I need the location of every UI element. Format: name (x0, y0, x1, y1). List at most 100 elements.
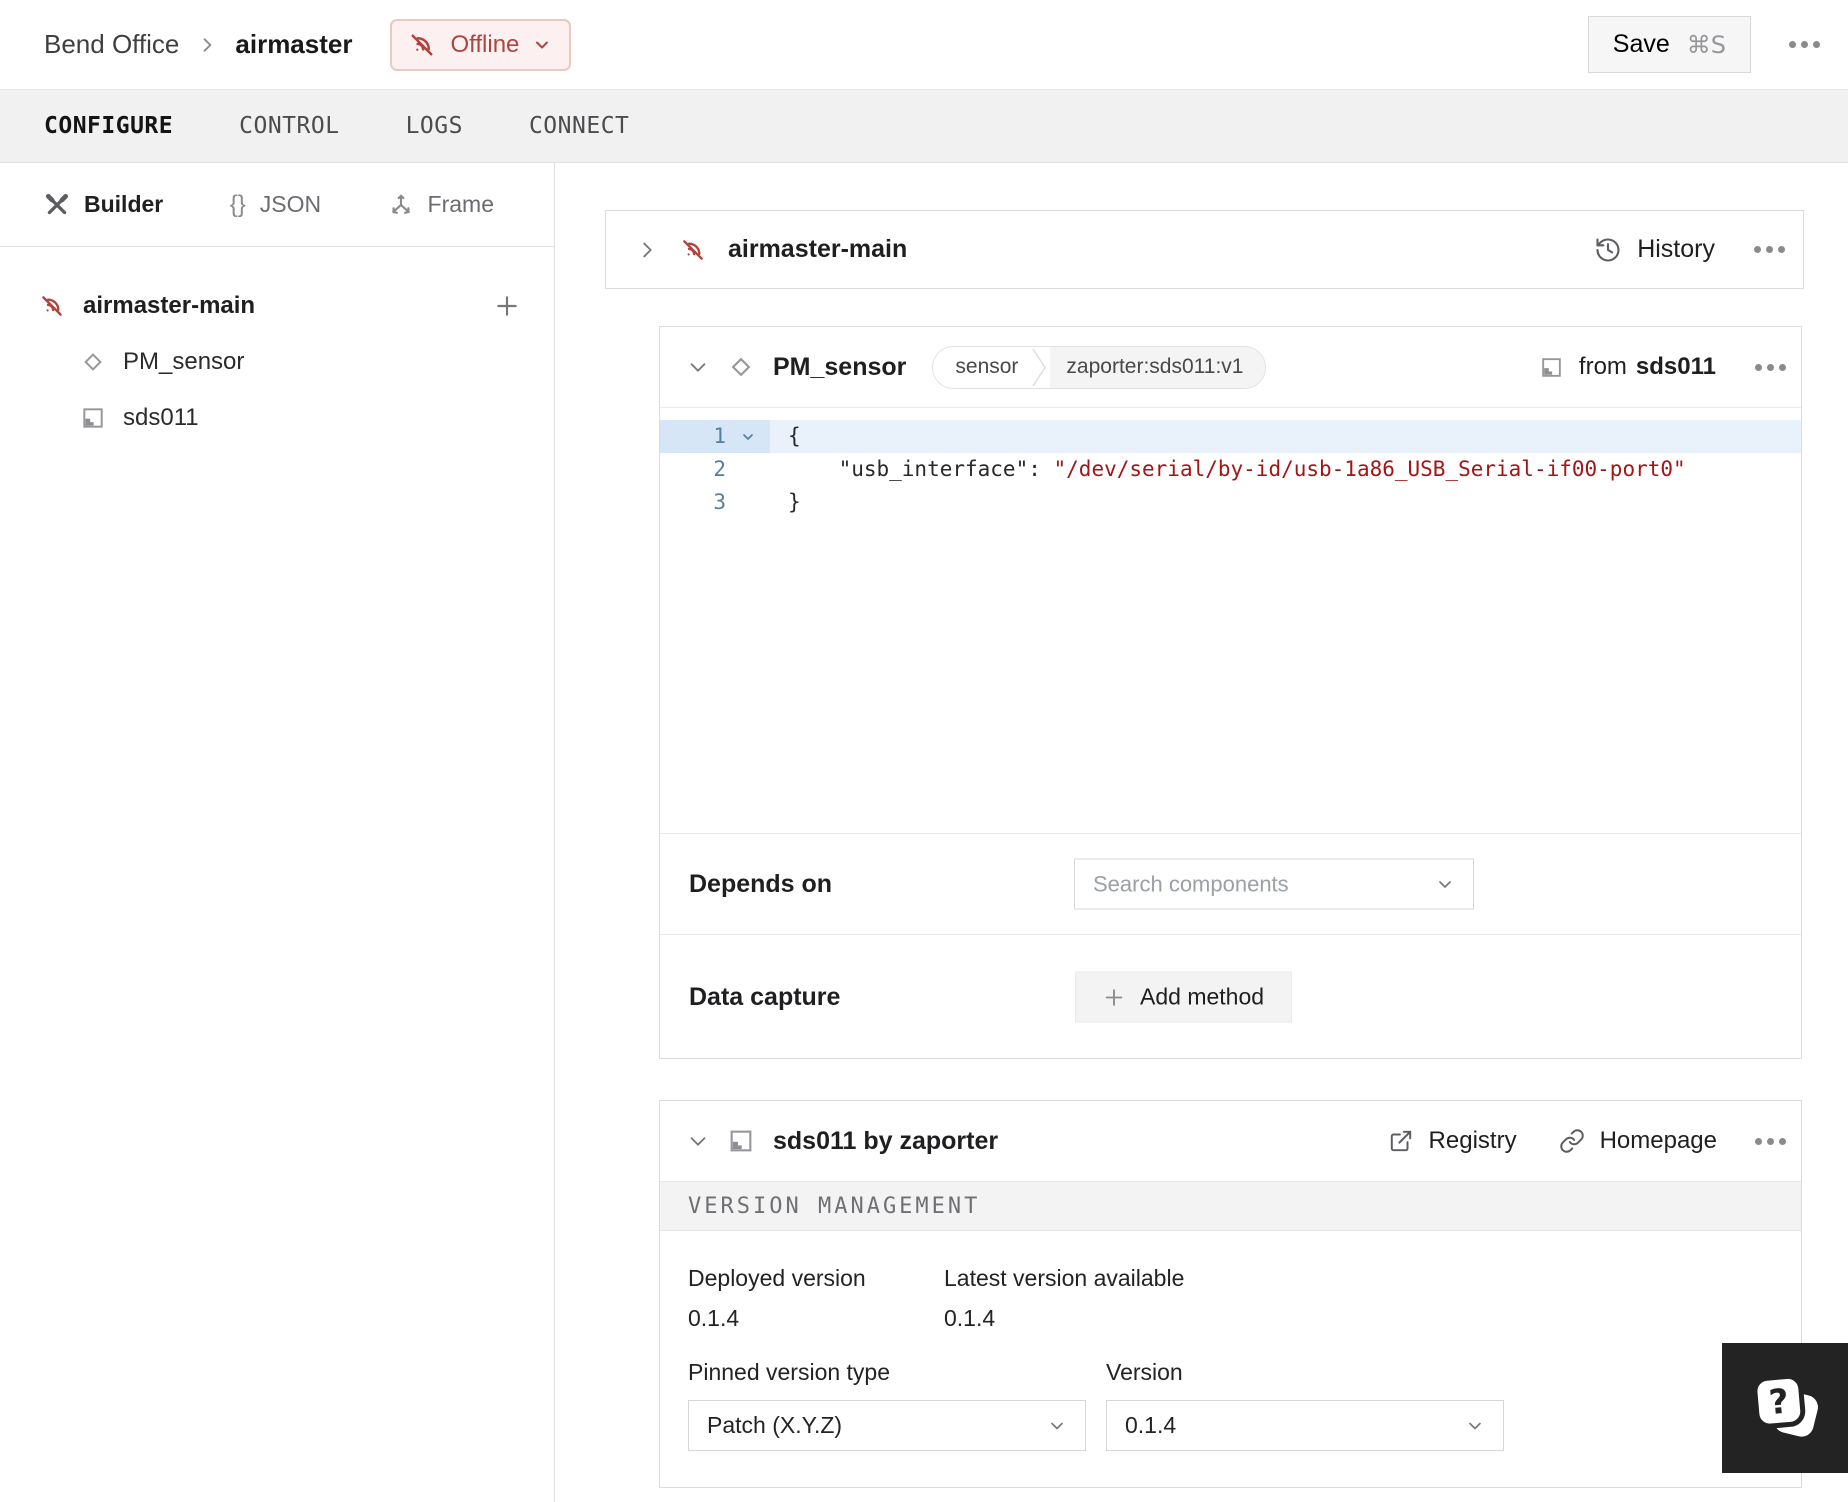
view-json[interactable]: {} JSON (230, 191, 321, 219)
save-button[interactable]: Save ⌘S (1587, 16, 1751, 73)
from-prefix: from (1578, 353, 1627, 380)
pinned-version-type-value: Patch (X.Y.Z) (707, 1412, 843, 1438)
depends-on-placeholder: Search components (1093, 871, 1289, 896)
component-type-model-badge: sensor zaporter:sds011:v1 (932, 345, 1267, 389)
tree-item-label: airmaster-main (83, 291, 256, 319)
machine-part-tree: airmaster-main PM_sensor sds011 (0, 247, 554, 446)
configure-sidebar: Builder {} JSON Frame airmaster-main PM_… (0, 163, 555, 1502)
collapse-chevron-down-icon[interactable] (687, 1130, 709, 1152)
type-badge: sensor (933, 346, 1029, 388)
component-title: PM_sensor (773, 352, 907, 381)
save-shortcut: ⌘S (1686, 30, 1726, 59)
part-overflow-menu-icon[interactable] (1766, 246, 1773, 253)
code-text: "usb_interface": "/dev/serial/by-id/usb-… (788, 457, 1686, 481)
header-overflow-menu-icon[interactable] (1801, 41, 1808, 48)
view-frame-label: Frame (427, 191, 494, 217)
tree-item-airmaster-main[interactable]: airmaster-main (0, 277, 554, 334)
fold-chevron-icon[interactable] (726, 420, 770, 453)
history-button[interactable]: History (1594, 235, 1715, 264)
homepage-link[interactable]: Homepage (1559, 1127, 1717, 1155)
module-icon (727, 1127, 755, 1155)
part-title: airmaster-main (728, 235, 908, 263)
code-line: 3 } (660, 486, 1801, 519)
plus-icon (1103, 986, 1125, 1008)
data-capture-row: Data capture Add method (660, 934, 1801, 1059)
line-number: 2 (713, 457, 726, 481)
breadcrumb: Bend Office airmaster (44, 29, 352, 60)
select-chevron-down-icon (1435, 874, 1455, 894)
data-capture-label: Data capture (689, 982, 841, 1011)
deployed-version-label: Deployed version (688, 1265, 866, 1291)
module-icon (1539, 355, 1564, 380)
tree-item-label: PM_sensor (123, 348, 245, 375)
depends-on-label: Depends on (689, 869, 833, 898)
add-method-button[interactable]: Add method (1075, 971, 1293, 1023)
code-line: 1 { (660, 420, 1801, 453)
tree-item-sds011[interactable]: sds011 (0, 390, 554, 446)
from-target: sds011 (1635, 353, 1716, 380)
pinned-version-type-label: Pinned version type (688, 1359, 891, 1385)
add-component-button[interactable] (494, 293, 520, 319)
top-header: Bend Office airmaster Offline Save ⌘S (0, 0, 1848, 89)
tree-item-pm-sensor[interactable]: PM_sensor (0, 334, 554, 390)
breadcrumb-machine: airmaster (235, 29, 353, 59)
view-builder[interactable]: Builder (44, 191, 163, 218)
code-text: { (788, 424, 801, 448)
status-label: Offline (450, 30, 520, 58)
depends-on-select[interactable]: Search components (1074, 858, 1474, 910)
breadcrumb-org[interactable]: Bend Office (44, 29, 179, 60)
tab-logs[interactable]: LOGS (406, 113, 463, 139)
configure-main: airmaster-main History PM_sensor sensor … (556, 163, 1848, 1502)
component-card-pm-sensor: PM_sensor sensor zaporter:sds011:v1 from… (659, 326, 1802, 1059)
line-number: 1 (713, 424, 726, 448)
version-label: Version (1106, 1359, 1183, 1385)
wifi-off-icon (679, 236, 707, 264)
header-actions: Save ⌘S (1587, 16, 1808, 73)
homepage-label: Homepage (1599, 1127, 1717, 1154)
view-frame[interactable]: Frame (388, 191, 494, 218)
machine-status-dropdown[interactable]: Offline (390, 18, 572, 71)
latest-version-label: Latest version available (944, 1265, 1185, 1291)
component-diamond-icon (727, 353, 755, 381)
svg-text:?: ? (1767, 1381, 1790, 1423)
pinned-version-type-select[interactable]: Patch (X.Y.Z) (688, 1400, 1086, 1451)
version-select[interactable]: 0.1.4 (1106, 1400, 1504, 1451)
tab-control[interactable]: CONTROL (239, 113, 339, 139)
module-overflow-menu-icon[interactable] (1767, 1137, 1774, 1145)
select-chevron-down-icon (1465, 1416, 1485, 1436)
expand-chevron-right-icon[interactable] (636, 239, 658, 261)
tree-item-label: sds011 (123, 404, 199, 431)
deployed-version-value: 0.1.4 (688, 1305, 740, 1331)
history-clock-icon (1594, 236, 1622, 264)
version-management-body: Deployed version 0.1.4 Latest version av… (660, 1231, 1801, 1487)
save-label: Save (1612, 30, 1670, 58)
attributes-json-editor[interactable]: 1 { 2 "usb_interface": "/dev/serial/by-i… (660, 407, 1801, 833)
registry-link[interactable]: Registry (1388, 1127, 1517, 1155)
module-title: sds011 by zaporter (773, 1126, 999, 1155)
tab-configure[interactable]: CONFIGURE (44, 113, 173, 139)
history-label: History (1637, 235, 1715, 263)
code-string-value: "/dev/serial/by-id/usb-1a86_USB_Serial-i… (1053, 457, 1686, 481)
select-chevron-down-icon (1047, 1416, 1067, 1436)
component-overflow-menu-icon[interactable] (1767, 363, 1774, 371)
from-module-link[interactable]: from sds011 (1539, 353, 1716, 381)
collapse-chevron-down-icon[interactable] (687, 356, 709, 378)
tab-connect[interactable]: CONNECT (529, 113, 629, 139)
hammer-wrench-icon (44, 192, 70, 218)
help-question-icon: ? (1742, 1365, 1828, 1451)
badge-divider-chevron-icon (1028, 346, 1051, 388)
breadcrumb-chevron-icon (197, 35, 217, 55)
curly-braces-icon: {} (229, 190, 246, 218)
pm-sensor-card-header: PM_sensor sensor zaporter:sds011:v1 from… (660, 327, 1801, 407)
external-link-icon (1388, 1128, 1414, 1154)
component-diamond-icon (80, 349, 106, 375)
status-chevron-down-icon (532, 35, 552, 55)
wifi-off-icon (38, 292, 66, 320)
help-button[interactable]: ? (1722, 1343, 1848, 1473)
viam-app-screen: Bend Office airmaster Offline Save ⌘S CO… (0, 0, 1848, 1502)
module-card-header: sds011 by zaporter Registry Homepage (660, 1101, 1801, 1181)
line-number: 3 (713, 490, 726, 514)
axes-icon (388, 192, 414, 218)
module-icon (80, 405, 106, 431)
wifi-off-icon (407, 30, 437, 60)
